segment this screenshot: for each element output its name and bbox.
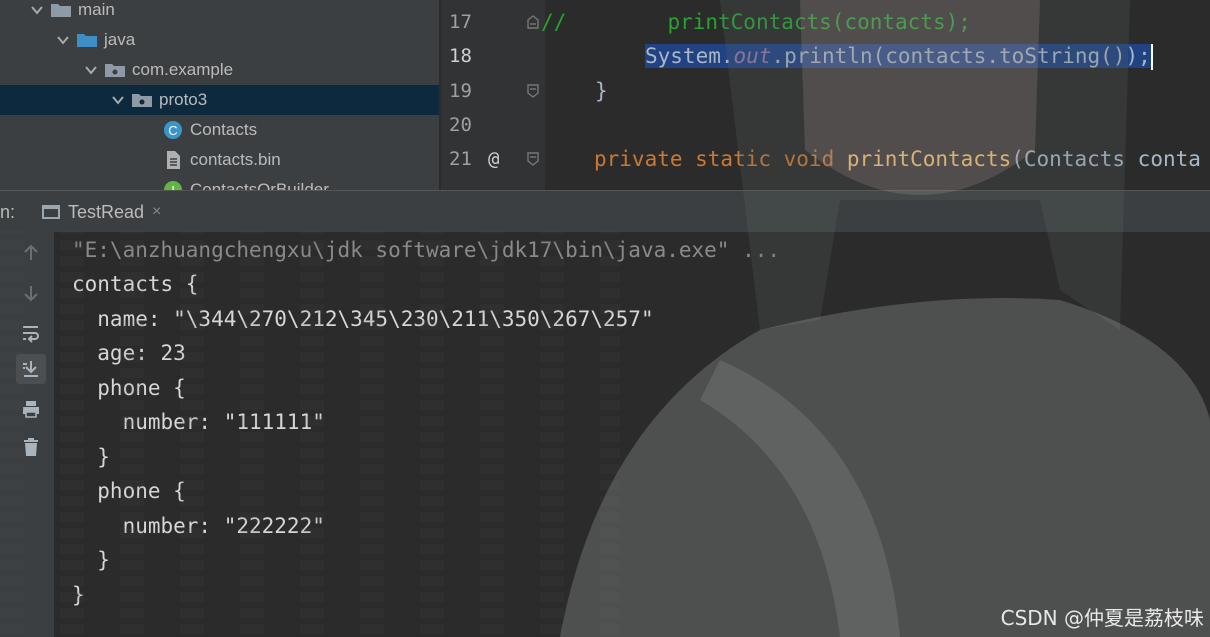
- console-line: contacts {: [72, 272, 199, 296]
- trash-icon: [24, 438, 38, 456]
- console-line: }: [72, 583, 85, 607]
- printer-icon: [23, 401, 39, 418]
- tree-item-label: java: [104, 30, 136, 49]
- chevron-down-icon[interactable]: [84, 63, 98, 77]
- run-panel-header: n: TestRead ×: [0, 190, 1210, 233]
- tree-item-contacts[interactable]: C Contacts: [0, 115, 439, 145]
- tree-item-contacts-bin[interactable]: contacts.bin: [0, 145, 439, 175]
- console-line: }: [72, 548, 110, 572]
- up-arrow-button[interactable]: [16, 238, 46, 268]
- code-text: out: [733, 44, 772, 68]
- close-icon[interactable]: ×: [152, 203, 161, 221]
- terminal-icon: [42, 205, 60, 219]
- project-tree: main java com.example proto3 C Contacts …: [0, 0, 439, 190]
- text-caret: [1150, 44, 1153, 70]
- line-number: 19: [449, 80, 472, 102]
- code-text: }: [595, 79, 608, 103]
- arrow-up-icon: [24, 244, 38, 260]
- code-editor[interactable]: 17 18 19 20 21 @ // printContacts(contac…: [441, 0, 1210, 190]
- folder-icon: [50, 1, 72, 19]
- line-number: 18: [449, 45, 472, 67]
- keyword-text: private static void: [594, 147, 847, 171]
- console-line: "E:\anzhuangchengxu\jdk software\jdk17\b…: [72, 238, 781, 262]
- code-text: .println(contacts.toString());: [771, 44, 1151, 68]
- fold-marker-icon[interactable]: [527, 152, 539, 166]
- tree-item-label: contacts.bin: [190, 150, 281, 169]
- source-folder-icon: [76, 31, 98, 49]
- chevron-down-icon[interactable]: [30, 3, 44, 17]
- fold-marker-icon[interactable]: [527, 84, 539, 98]
- package-icon: [131, 91, 153, 109]
- console-line: phone {: [72, 376, 186, 400]
- package-icon: [104, 61, 126, 79]
- code-text: (Contacts conta: [1011, 147, 1201, 171]
- tree-item-label: Contacts: [190, 120, 258, 139]
- code-line-18: System.out.println(contacts.toString());: [645, 39, 1153, 73]
- chevron-down-icon[interactable]: [111, 93, 125, 107]
- scroll-to-end-icon: [23, 361, 38, 377]
- java-class-icon: C: [162, 121, 184, 139]
- tree-item-main[interactable]: main: [0, 0, 439, 25]
- tab-testread[interactable]: TestRead ×: [42, 202, 161, 223]
- function-name: printContacts: [846, 147, 1012, 171]
- tree-item-proto3[interactable]: proto3: [0, 85, 439, 115]
- code-line-21: private static void printContacts(Contac…: [594, 142, 1201, 176]
- console-line: number: "222222": [72, 514, 325, 538]
- code-text: printContacts(contacts);: [566, 10, 971, 34]
- tree-item-label: proto3: [159, 90, 208, 109]
- selected-text: System.out.println(contacts.toString());: [645, 44, 1151, 68]
- comment-slashes: //: [541, 10, 567, 34]
- soft-wrap-button[interactable]: [16, 318, 46, 348]
- run-toolbar: [0, 232, 54, 637]
- scroll-to-end-button[interactable]: [16, 354, 46, 384]
- arrow-down-icon: [24, 286, 38, 302]
- editor-gutter: 17 18 19 20 21 @: [441, 0, 545, 190]
- code-text: System.: [645, 44, 734, 68]
- down-arrow-button[interactable]: [16, 278, 46, 308]
- chevron-down-icon[interactable]: [56, 33, 70, 47]
- clear-all-button[interactable]: [16, 432, 46, 462]
- tree-item-com-example[interactable]: com.example: [0, 55, 439, 85]
- tree-item-label: main: [78, 0, 115, 19]
- tree-item-java[interactable]: java: [0, 25, 439, 55]
- print-button[interactable]: [16, 394, 46, 424]
- tree-item-contacts-or-builder[interactable]: I ContactsOrBuilder: [0, 175, 439, 190]
- console-line: }: [72, 445, 110, 469]
- tree-item-label: ContactsOrBuilder: [190, 180, 329, 190]
- tab-label: TestRead: [68, 201, 145, 222]
- run-panel-label: n:: [0, 201, 16, 222]
- override-marker-icon[interactable]: @: [488, 142, 499, 176]
- csdn-watermark: CSDN @仲夏是荔枝味: [1000, 606, 1204, 630]
- console-line: age: 23: [72, 341, 186, 365]
- line-number: 20: [449, 114, 472, 136]
- line-number: 17: [449, 11, 472, 33]
- soft-wrap-icon: [23, 326, 39, 343]
- console-line: phone {: [72, 479, 186, 503]
- tree-item-label: com.example: [132, 60, 234, 79]
- code-line-17: // printContacts(contacts);: [541, 5, 971, 39]
- file-icon: [162, 151, 184, 169]
- console-line: name: "\344\270\212\345\230\211\350\267\…: [72, 307, 654, 331]
- console-line: number: "111111": [72, 410, 325, 434]
- interface-icon: I: [162, 181, 184, 190]
- svg-text:C: C: [168, 123, 177, 138]
- code-line-19: }: [595, 74, 608, 108]
- svg-text:I: I: [171, 183, 175, 190]
- console-output[interactable]: "E:\anzhuangchengxu\jdk software\jdk17\b…: [54, 232, 1210, 637]
- fold-marker-icon[interactable]: [527, 15, 539, 29]
